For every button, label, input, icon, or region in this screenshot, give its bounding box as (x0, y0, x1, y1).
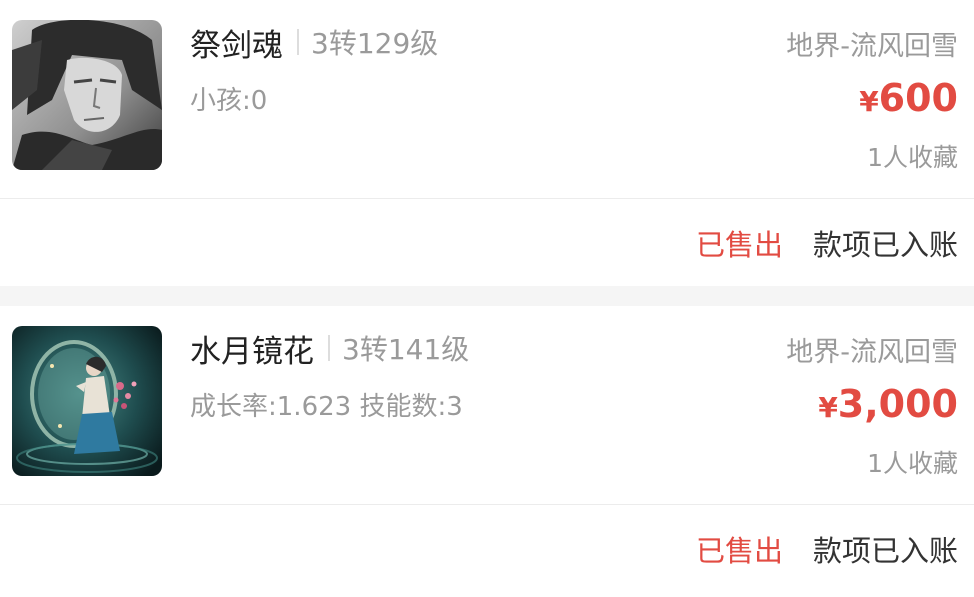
card-divider (0, 198, 974, 199)
sold-status: 已售出 (695, 534, 783, 568)
item-level: 3转129级 (311, 27, 439, 60)
item-attributes: 小孩:0 (190, 86, 268, 116)
item-price: ¥600 (859, 76, 958, 120)
price-amount: 600 (878, 76, 958, 120)
item-name: 祭剑魂 (190, 27, 283, 64)
server-name: 地界-流风回雪 (786, 337, 958, 368)
payment-status: 款项已入账 (812, 534, 958, 568)
character-portrait-image[interactable] (12, 20, 162, 170)
item-price: ¥3,000 (818, 382, 958, 426)
listing-title-row: 水月镜花 3转141级 (190, 328, 470, 370)
item-level: 3转141级 (342, 333, 470, 366)
favorites-count: 1人收藏 (867, 449, 958, 478)
card-divider (0, 504, 974, 505)
item-attributes: 成长率:1.623 技能数:3 (190, 392, 463, 422)
server-name: 地界-流风回雪 (786, 31, 958, 62)
order-status-row: 已售出 款项已入账 (696, 528, 958, 570)
payment-status: 款项已入账 (812, 228, 958, 262)
character-portrait-image[interactable] (12, 326, 162, 476)
title-separator (297, 29, 299, 55)
title-separator (328, 335, 330, 361)
currency-symbol: ¥ (859, 85, 879, 118)
listing-card[interactable]: 水月镜花 3转141级 成长率:1.623 技能数:3 地界-流风回雪 ¥3,0… (0, 306, 974, 597)
item-name: 水月镜花 (190, 333, 314, 370)
listing-title-row: 祭剑魂 3转129级 (190, 22, 439, 64)
price-amount: 3,000 (837, 382, 958, 426)
listing-card[interactable]: 祭剑魂 3转129级 小孩:0 地界-流风回雪 ¥600 1人收藏 已售出 款项… (0, 0, 974, 286)
sold-status: 已售出 (695, 228, 783, 262)
favorites-count: 1人收藏 (867, 143, 958, 172)
currency-symbol: ¥ (818, 391, 838, 424)
order-status-row: 已售出 款项已入账 (696, 222, 958, 264)
